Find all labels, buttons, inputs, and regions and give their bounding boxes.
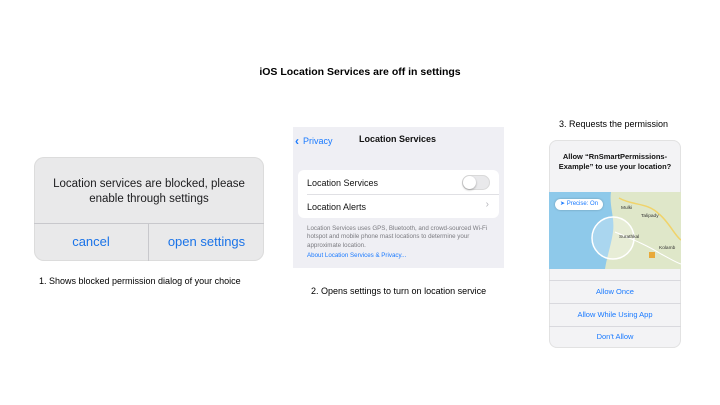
map-label-kolamb: Kolamb (659, 246, 676, 251)
panel3-caption: 3. Requests the permission (559, 119, 669, 129)
cancel-button[interactable]: cancel (34, 223, 148, 261)
map-label-surathkal: Surathkal (619, 235, 640, 240)
location-settings-screen: ‹ Privacy Location Services Location Serv… (293, 127, 504, 268)
map-poi-marker (649, 252, 655, 258)
row-divider (307, 194, 499, 195)
chevron-left-icon: ‹ (295, 134, 299, 148)
dont-allow-button[interactable]: Don't Allow (549, 326, 681, 348)
allow-while-using-app-button[interactable]: Allow While Using App (549, 304, 681, 326)
settings-group: Location Services Location Alerts › (298, 170, 499, 218)
precise-label: Precise: On (566, 201, 599, 207)
dialog-message: Location services are blocked, please en… (53, 178, 245, 205)
slide-title: iOS Location Services are off in setting… (259, 66, 461, 78)
location-arrow-icon: ➤ (560, 201, 566, 207)
privacy-link[interactable]: About Location Services & Privacy... (307, 252, 406, 259)
toggle-knob (463, 176, 476, 189)
location-services-toggle[interactable] (462, 175, 490, 190)
permission-title: Allow “RnSmartPermissions-Example” to us… (558, 152, 672, 171)
row-location-services-label: Location Services (307, 178, 379, 188)
precise-toggle[interactable]: ➤ Precise: On (555, 199, 604, 210)
row-location-alerts-label[interactable]: Location Alerts (307, 202, 366, 212)
blocked-permission-dialog: Location services are blocked, please en… (34, 157, 264, 261)
back-label: Privacy (303, 136, 333, 146)
panel2-caption: 2. Opens settings to turn on location se… (311, 286, 487, 296)
back-button[interactable]: ‹ Privacy (295, 134, 333, 148)
nav-title: Location Services (359, 134, 437, 144)
map-label-talipady: Talipady (641, 214, 659, 219)
location-map: ➤ Precise: On Mulki Talipady Surathkal K… (549, 192, 681, 269)
map-label-mulki: Mulki (621, 206, 633, 211)
permission-request-sheet: Allow “RnSmartPermissions-Example” to us… (549, 140, 681, 348)
open-settings-button[interactable]: open settings (149, 223, 264, 261)
allow-once-button[interactable]: Allow Once (549, 281, 681, 303)
chevron-right-icon: › (485, 199, 489, 210)
settings-footnote: Location Services uses GPS, Bluetooth, a… (307, 225, 488, 249)
panel1-caption: 1. Shows blocked permission dialog of yo… (39, 276, 241, 286)
